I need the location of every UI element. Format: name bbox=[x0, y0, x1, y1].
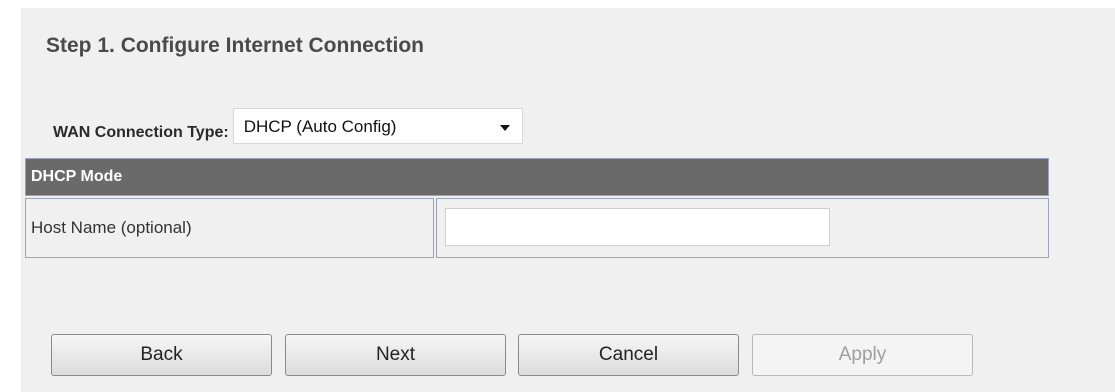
wan-connection-type-label: WAN Connection Type: bbox=[53, 124, 229, 141]
wan-connection-type-select[interactable]: DHCP (Auto Config) bbox=[232, 108, 523, 144]
host-name-cell bbox=[436, 198, 1049, 258]
host-name-row: Host Name (optional) bbox=[25, 198, 1049, 258]
next-button[interactable]: Next bbox=[285, 334, 506, 376]
page-title: Step 1. Configure Internet Connection bbox=[46, 34, 425, 57]
dhcp-mode-table: DHCP Mode Host Name (optional) bbox=[25, 158, 1049, 258]
chevron-down-icon bbox=[499, 125, 510, 131]
back-button[interactable]: Back bbox=[51, 334, 272, 376]
wizard-panel: Step 1. Configure Internet Connection WA… bbox=[21, 8, 1115, 392]
cancel-button[interactable]: Cancel bbox=[518, 334, 739, 376]
dhcp-mode-header: DHCP Mode bbox=[25, 158, 1049, 196]
wan-connection-row: WAN Connection Type: DHCP (Auto Config) bbox=[53, 108, 523, 144]
host-name-label: Host Name (optional) bbox=[25, 198, 434, 258]
host-name-input[interactable] bbox=[445, 208, 830, 246]
wan-connection-type-value: DHCP (Auto Config) bbox=[243, 117, 397, 136]
apply-button[interactable]: Apply bbox=[752, 334, 973, 376]
